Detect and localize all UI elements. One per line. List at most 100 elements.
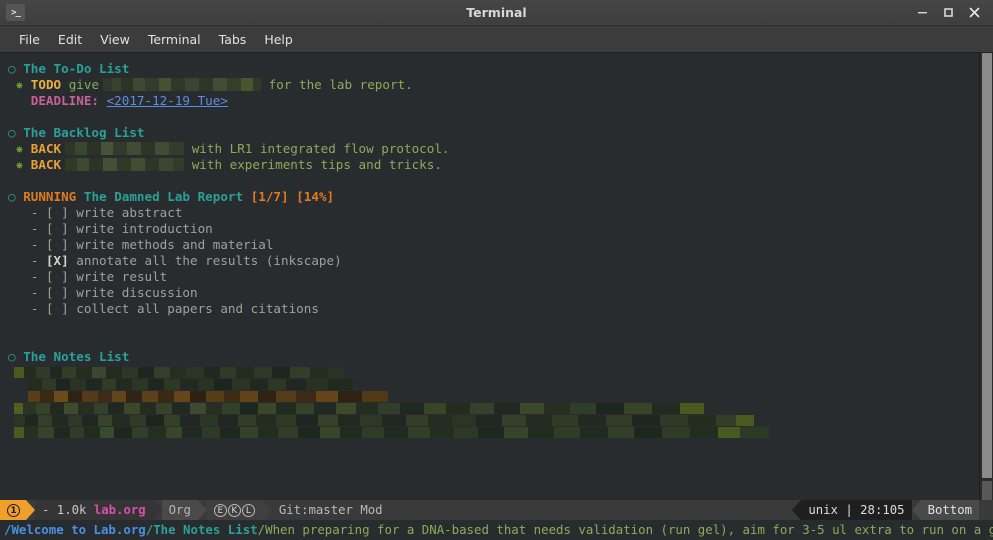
window-title: Terminal <box>466 5 527 20</box>
org-deadline-line: DEADLINE: <2017-12-19 Tue> <box>0 93 993 109</box>
checkbox-label: annotate all the results (inkscape) <box>76 253 342 268</box>
org-buffer[interactable]: ○ The To-Do List ✸ TODO give for the lab… <box>0 53 993 500</box>
terminal-icon: >_ <box>6 4 25 21</box>
terminal-window: >_ Terminal File Edit View Terminal Tabs… <box>0 0 993 540</box>
menu-item-file[interactable]: File <box>10 29 49 50</box>
menu-item-view[interactable]: View <box>91 29 139 50</box>
powerline-arrow <box>197 500 207 520</box>
terminal-content: ○ The To-Do List ✸ TODO give for the lab… <box>0 53 993 540</box>
item-star-icon: ✸ <box>15 77 24 92</box>
checkbox-item[interactable]: - [ ] collect all papers and citations <box>0 301 993 317</box>
buffer-info: - 1.0k lab.org <box>35 500 153 520</box>
org-item-back-1[interactable]: ✸ BACK with LR1 integrated flow protocol… <box>0 141 993 157</box>
checkbox-mark[interactable]: [ ] <box>46 221 69 236</box>
menu-item-tabs[interactable]: Tabs <box>210 29 256 50</box>
redacted-line <box>14 415 754 426</box>
checkbox-item[interactable]: - [ ] write result <box>0 269 993 285</box>
org-heading-lab-report[interactable]: ○ RUNNING The Damned Lab Report [1/7] [1… <box>0 189 993 205</box>
menu-item-terminal[interactable]: Terminal <box>139 29 210 50</box>
redacted-line <box>14 367 344 378</box>
vc-branch[interactable]: Git:master <box>279 503 353 517</box>
checkbox-mark[interactable]: [ ] <box>46 205 69 220</box>
org-item-back-2[interactable]: ✸ BACK with experiments tips and tricks. <box>0 157 993 173</box>
menu-bar: File Edit View Terminal Tabs Help <box>0 26 993 53</box>
org-item-todo[interactable]: ✸ TODO give for the lab report. <box>0 77 993 93</box>
redacted-text <box>103 78 262 91</box>
checkbox-label: write discussion <box>76 285 198 300</box>
encoding-label: unix <box>808 503 838 517</box>
heading-label: The To-Do List <box>23 61 130 76</box>
powerline-arrow <box>26 500 35 520</box>
close-icon[interactable] <box>961 1 987 25</box>
deadline-timestamp[interactable]: <2017-12-19 Tue> <box>107 93 228 108</box>
list-dash: - <box>30 253 39 268</box>
redacted-notes-body <box>0 367 993 438</box>
list-dash: - <box>30 237 39 252</box>
buffer-scrollbar[interactable] <box>979 53 993 500</box>
minor-mode-e-icon[interactable]: E <box>213 503 227 517</box>
powerline-arrow <box>152 500 162 520</box>
minor-mode-k-icon[interactable]: K <box>227 503 241 517</box>
redacted-line <box>28 379 353 390</box>
cursor-position: 28:105 <box>860 503 905 517</box>
mode-line-padding <box>979 500 993 520</box>
minor-mode-l-icon[interactable]: L <box>241 503 255 517</box>
echo-message: When preparing for a DNA-based that need… <box>265 522 993 537</box>
minimize-icon[interactable] <box>909 1 935 25</box>
list-dash: - <box>30 269 39 284</box>
breadcrumb-separator: / <box>257 522 266 537</box>
vc-and-status[interactable]: Git:master Mod <box>271 500 793 520</box>
heading-bullet-icon: ○ <box>8 349 16 364</box>
progress-cookie-count: [1/7] <box>250 189 289 204</box>
menu-item-help[interactable]: Help <box>255 29 302 50</box>
heading-bullet-icon: ○ <box>8 125 16 140</box>
powerline-arrow <box>262 500 272 520</box>
progress-cookie-percent: [14%] <box>296 189 335 204</box>
running-keyword[interactable]: RUNNING <box>23 189 76 204</box>
minor-modes[interactable]: EKL <box>206 500 263 520</box>
checkbox-label: write abstract <box>76 205 183 220</box>
checkbox-label: write result <box>76 269 168 284</box>
org-heading-todo-list[interactable]: ○ The To-Do List <box>0 61 993 77</box>
back-keyword[interactable]: BACK <box>31 141 61 156</box>
checkbox-label: write methods and material <box>76 237 274 252</box>
checkbox-item[interactable]: - [ ] write introduction <box>0 221 993 237</box>
scroll-position: Bottom <box>920 500 979 520</box>
checkbox-mark[interactable]: [ ] <box>46 301 69 316</box>
checkbox-label: collect all papers and citations <box>76 301 319 316</box>
window-number-badge: 1 <box>0 500 26 520</box>
heading-label: The Notes List <box>23 349 130 364</box>
redacted-line <box>28 391 388 402</box>
checkbox-item-done[interactable]: - [X] annotate all the results (inkscape… <box>0 253 993 269</box>
redacted-line <box>14 403 704 414</box>
menu-item-edit[interactable]: Edit <box>49 29 91 50</box>
powerline-arrow <box>792 500 802 520</box>
mode-line: 1 - 1.0k lab.org Org EKL Git:master Mod … <box>0 500 993 520</box>
checkbox-mark[interactable]: [X] <box>46 253 69 268</box>
item-post-text: for the lab report. <box>268 77 413 92</box>
breadcrumb-section: /The Notes List <box>145 522 258 537</box>
window-controls <box>909 1 993 25</box>
list-dash: - <box>30 301 39 316</box>
org-heading-notes-list[interactable]: ○ The Notes List <box>0 349 993 365</box>
checkbox-mark[interactable]: [ ] <box>46 237 69 252</box>
checkbox-item[interactable]: - [ ] write abstract <box>0 205 993 221</box>
scrollbar-thumb-secondary[interactable] <box>982 481 992 500</box>
todo-keyword[interactable]: TODO <box>31 77 61 92</box>
scrollbar-thumb[interactable] <box>982 53 992 478</box>
major-mode[interactable]: Org <box>161 500 198 520</box>
maximize-icon[interactable] <box>935 1 961 25</box>
checkbox-mark[interactable]: [ ] <box>46 269 69 284</box>
title-bar: >_ Terminal <box>0 0 993 26</box>
back-keyword[interactable]: BACK <box>31 157 61 172</box>
checkbox-item[interactable]: - [ ] write methods and material <box>0 237 993 253</box>
breadcrumb-root: /Welcome to Lab.org <box>4 522 146 537</box>
checkbox-item[interactable]: - [ ] write discussion <box>0 285 993 301</box>
item-pre-text: give <box>68 77 100 92</box>
org-heading-backlog-list[interactable]: ○ The Backlog List <box>0 125 993 141</box>
item-star-icon: ✸ <box>15 141 24 156</box>
redacted-text <box>65 158 185 171</box>
deadline-label: DEADLINE: <box>30 93 99 108</box>
checkbox-mark[interactable]: [ ] <box>46 285 69 300</box>
buffer-name[interactable]: lab.org <box>94 503 146 517</box>
